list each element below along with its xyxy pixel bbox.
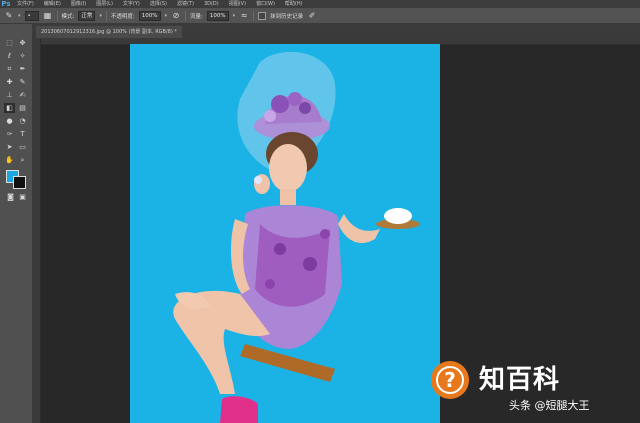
type-tool-icon[interactable]: T <box>17 129 28 139</box>
history-brush-icon[interactable]: ✍ <box>17 90 28 100</box>
watermark: ? 知百科 头条 @短腿大王 <box>425 355 640 423</box>
shape-tool-icon[interactable]: ▭ <box>17 142 28 152</box>
pen-tool-icon[interactable]: ✑ <box>4 129 15 139</box>
blur-tool-icon[interactable]: ● <box>4 116 15 126</box>
toolbox: ⬚ ✥ ℓ ✧ ⌗ ✒ ✚ ✎ ⊥ ✍ ◧ ▤ ● ◔ ✑ T ➤ ▭ ✋ ⌕ … <box>0 24 33 423</box>
photoshop-logo: Ps <box>1 0 11 8</box>
move-tool-icon[interactable]: ✥ <box>17 38 28 48</box>
question-logo-icon: ? <box>431 361 469 399</box>
document-canvas[interactable] <box>130 44 440 423</box>
chevron-down-icon[interactable]: ▾ <box>165 13 168 19</box>
divider <box>105 10 107 21</box>
marquee-tool-icon[interactable]: ⬚ <box>4 38 15 48</box>
watermark-credit: 头条 @短腿大王 <box>509 399 590 412</box>
crop-tool-icon[interactable]: ⌗ <box>4 64 15 74</box>
opacity-label: 不透明度: <box>110 13 135 20</box>
chevron-down-icon[interactable]: ▾ <box>233 13 236 19</box>
vertical-ruler[interactable] <box>32 38 41 423</box>
document-tab[interactable]: 20130607012912316.jpg @ 100% (背景 副本, RGB… <box>36 26 182 38</box>
divider <box>253 10 255 21</box>
menu-select[interactable]: 选择(S) <box>145 0 172 8</box>
menu-view[interactable]: 视图(V) <box>224 0 251 8</box>
quick-mask-icon[interactable]: ◙ <box>5 192 16 202</box>
menu-file[interactable]: 文件(F) <box>12 0 39 8</box>
chevron-down-icon[interactable]: ▾ <box>99 13 102 19</box>
mode-select[interactable]: 正常 <box>78 10 96 21</box>
brush-tool-icon[interactable]: ✎ <box>17 77 28 87</box>
screen-mode-icon[interactable]: ▣ <box>17 192 28 202</box>
watermark-brand: 知百科 <box>479 365 561 395</box>
eyedropper-tool-icon[interactable]: ✒ <box>17 64 28 74</box>
menu-edit[interactable]: 编辑(E) <box>39 0 66 8</box>
menu-type[interactable]: 文字(Y) <box>118 0 145 8</box>
menu-image[interactable]: 图像(I) <box>66 0 91 8</box>
healing-tool-icon[interactable]: ✚ <box>4 77 15 87</box>
svg-text:?: ? <box>444 368 456 392</box>
pressure-opacity-icon[interactable]: ⊘ <box>171 11 181 21</box>
flow-field[interactable]: 100% <box>206 10 229 21</box>
menu-3d[interactable]: 3D(D) <box>199 0 224 8</box>
airbrush-icon[interactable]: ≈ <box>239 11 249 21</box>
divider <box>56 10 58 21</box>
menu-bar: Ps 文件(F) 编辑(E) 图像(I) 图层(L) 文字(Y) 选择(S) 滤… <box>0 0 640 8</box>
background-color-swatch[interactable] <box>13 176 26 189</box>
dodge-tool-icon[interactable]: ◔ <box>17 116 28 126</box>
stamp-tool-icon[interactable]: ⊥ <box>4 90 15 100</box>
mode-label: 模式: <box>61 13 75 20</box>
zoom-tool-icon[interactable]: ⌕ <box>17 155 28 165</box>
brush-panel-icon[interactable]: ▦ <box>43 11 53 21</box>
path-select-icon[interactable]: ➤ <box>4 142 15 152</box>
menu-window[interactable]: 窗口(W) <box>251 0 280 8</box>
photo-woman-in-hat <box>173 51 420 423</box>
menu-layer[interactable]: 图层(L) <box>91 0 118 8</box>
menu-filter[interactable]: 滤镜(T) <box>172 0 199 8</box>
opacity-field[interactable]: 100% <box>138 10 161 21</box>
hand-tool-icon[interactable]: ✋ <box>4 155 15 165</box>
pressure-size-icon[interactable]: ✐ <box>307 11 317 21</box>
magic-wand-icon[interactable]: ✧ <box>17 51 28 61</box>
erase-to-history-label: 抹到历史记录 <box>270 13 304 20</box>
chevron-down-icon[interactable]: ▾ <box>18 13 21 19</box>
gradient-tool-icon[interactable]: ▤ <box>17 103 28 113</box>
options-bar: ✎ ▾ • ▦ 模式: 正常 ▾ 不透明度: 100% ▾ ⊘ 流量: 100%… <box>0 8 640 24</box>
brush-icon[interactable]: ✎ <box>4 11 14 21</box>
flow-label: 流量: <box>190 13 203 20</box>
divider <box>185 10 187 21</box>
eraser-tool-icon[interactable]: ◧ <box>4 103 15 113</box>
document-tab-bar: 20130607012912316.jpg @ 100% (背景 副本, RGB… <box>32 24 640 38</box>
lasso-tool-icon[interactable]: ℓ <box>4 51 15 61</box>
brush-size-picker[interactable]: • <box>24 10 39 21</box>
menu-help[interactable]: 帮助(H) <box>280 0 308 8</box>
erase-to-history-checkbox[interactable] <box>258 11 267 20</box>
